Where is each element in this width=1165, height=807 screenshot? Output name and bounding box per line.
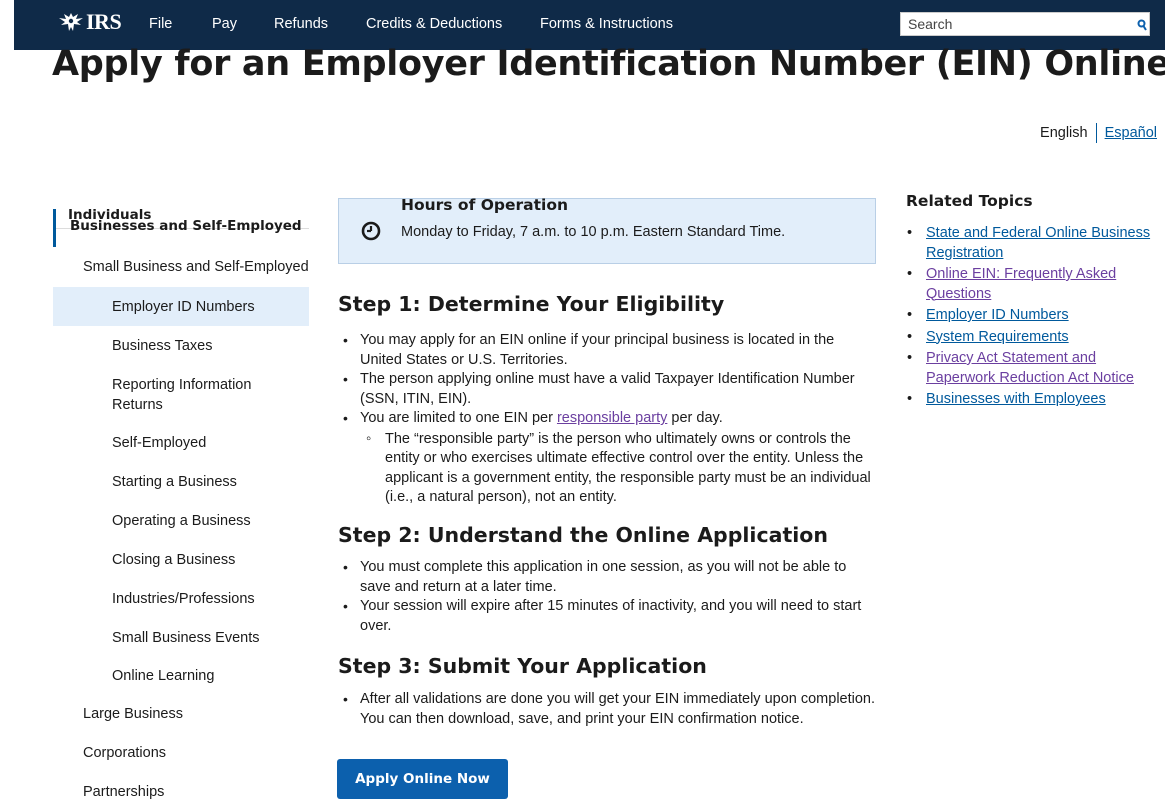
- related-link-registration[interactable]: State and Federal Online Business Regist…: [926, 225, 1150, 261]
- search-box: [900, 12, 1150, 36]
- sidebar-item-online-learning[interactable]: Online Learning: [112, 666, 214, 686]
- list-item: Privacy Act Statement and Paperwork Redu…: [907, 349, 1157, 388]
- nav-refunds[interactable]: Refunds: [274, 16, 328, 32]
- search-input[interactable]: [901, 13, 1111, 35]
- language-current: English: [1040, 125, 1088, 141]
- sub-list-item: The “responsible party” is the person wh…: [360, 429, 878, 508]
- step-2-list: You must complete this application in on…: [343, 558, 878, 636]
- irs-logo[interactable]: IRS: [58, 9, 122, 35]
- step-1-heading: Step 1: Determine Your Eligibility: [338, 292, 725, 316]
- list-item: Your session will expire after 15 minute…: [343, 597, 878, 636]
- related-topics-list: State and Federal Online Business Regist…: [907, 224, 1157, 412]
- sidebar-item-label: Businesses and Self-Employed: [70, 218, 302, 234]
- language-divider: [1095, 123, 1097, 143]
- sidebar-item-business-taxes[interactable]: Business Taxes: [112, 336, 212, 356]
- nav-pay[interactable]: Pay: [212, 16, 237, 32]
- sidebar-item-employer-id[interactable]: Employer ID Numbers: [112, 297, 255, 317]
- related-link-faq[interactable]: Online EIN: Frequently Asked Questions: [926, 266, 1116, 302]
- hours-text: Monday to Friday, 7 a.m. to 10 p.m. East…: [401, 224, 786, 240]
- sidebar-item-events[interactable]: Small Business Events: [112, 628, 259, 648]
- related-link-employer-id[interactable]: Employer ID Numbers: [926, 307, 1069, 323]
- sidebar-item-small-business[interactable]: Small Business and Self-Employed: [83, 259, 309, 275]
- eagle-icon: [59, 13, 83, 31]
- step-2-heading: Step 2: Understand the Online Applicatio…: [338, 523, 828, 547]
- step-3-heading: Step 3: Submit Your Application: [338, 654, 707, 678]
- logo-text: IRS: [86, 9, 122, 34]
- list-item: Businesses with Employees: [907, 390, 1157, 410]
- list-item: State and Federal Online Business Regist…: [907, 224, 1157, 263]
- sidebar-item-businesses[interactable]: Businesses and Self-Employed: [53, 209, 309, 247]
- sidebar-item-partnerships[interactable]: Partnerships: [83, 784, 164, 800]
- related-link-employees[interactable]: Businesses with Employees: [926, 391, 1106, 407]
- responsible-party-link[interactable]: responsible party: [557, 410, 667, 426]
- list-item: You must complete this application in on…: [343, 558, 878, 597]
- clock-icon: [361, 221, 381, 241]
- list-item: You are limited to one EIN per responsib…: [343, 409, 878, 508]
- list-item: System Requirements: [907, 328, 1157, 348]
- limit-text-prefix: You are limited to one EIN per: [360, 410, 557, 426]
- sidebar-item-operating[interactable]: Operating a Business: [112, 511, 251, 531]
- sidebar-item-reporting-info[interactable]: Reporting Information Returns: [112, 375, 287, 415]
- sidebar-item-large-business[interactable]: Large Business: [83, 706, 183, 722]
- related-link-system-requirements[interactable]: System Requirements: [926, 329, 1069, 345]
- list-item: Online EIN: Frequently Asked Questions: [907, 265, 1157, 304]
- apply-online-now-button[interactable]: Apply Online Now: [337, 759, 508, 799]
- sidebar-item-industries[interactable]: Industries/Professions: [112, 589, 255, 609]
- sub-list: The “responsible party” is the person wh…: [360, 429, 878, 508]
- top-navigation-bar: IRS File Pay Refunds Credits & Deduction…: [14, 0, 1165, 50]
- hours-title: Hours of Operation: [401, 196, 569, 214]
- related-topics-title: Related Topics: [906, 192, 1033, 210]
- related-link-privacy-act[interactable]: Privacy Act Statement and Paperwork Redu…: [926, 350, 1134, 386]
- limit-text-suffix: per day.: [667, 410, 723, 426]
- sidebar-item-closing[interactable]: Closing a Business: [112, 550, 235, 570]
- sidebar-item-self-employed[interactable]: Self-Employed: [112, 433, 206, 453]
- list-item: You may apply for an EIN online if your …: [343, 331, 878, 370]
- step-1-list: You may apply for an EIN online if your …: [343, 331, 878, 508]
- nav-file[interactable]: File: [149, 16, 172, 32]
- sidebar-item-starting[interactable]: Starting a Business: [112, 472, 237, 492]
- search-icon[interactable]: [1137, 19, 1147, 31]
- language-espanol-link[interactable]: Español: [1105, 125, 1157, 141]
- nav-credits-deductions[interactable]: Credits & Deductions: [366, 16, 502, 32]
- page-title: Apply for an Employer Identification Num…: [52, 44, 1165, 84]
- list-item: The person applying online must have a v…: [343, 370, 878, 409]
- sidebar-item-corporations[interactable]: Corporations: [83, 745, 166, 761]
- nav-forms-instructions[interactable]: Forms & Instructions: [540, 16, 673, 32]
- language-toggle: English Español: [1040, 123, 1157, 143]
- step-3-list: After all validations are done you will …: [343, 690, 878, 729]
- list-item: After all validations are done you will …: [343, 690, 878, 729]
- list-item: Employer ID Numbers: [907, 306, 1157, 326]
